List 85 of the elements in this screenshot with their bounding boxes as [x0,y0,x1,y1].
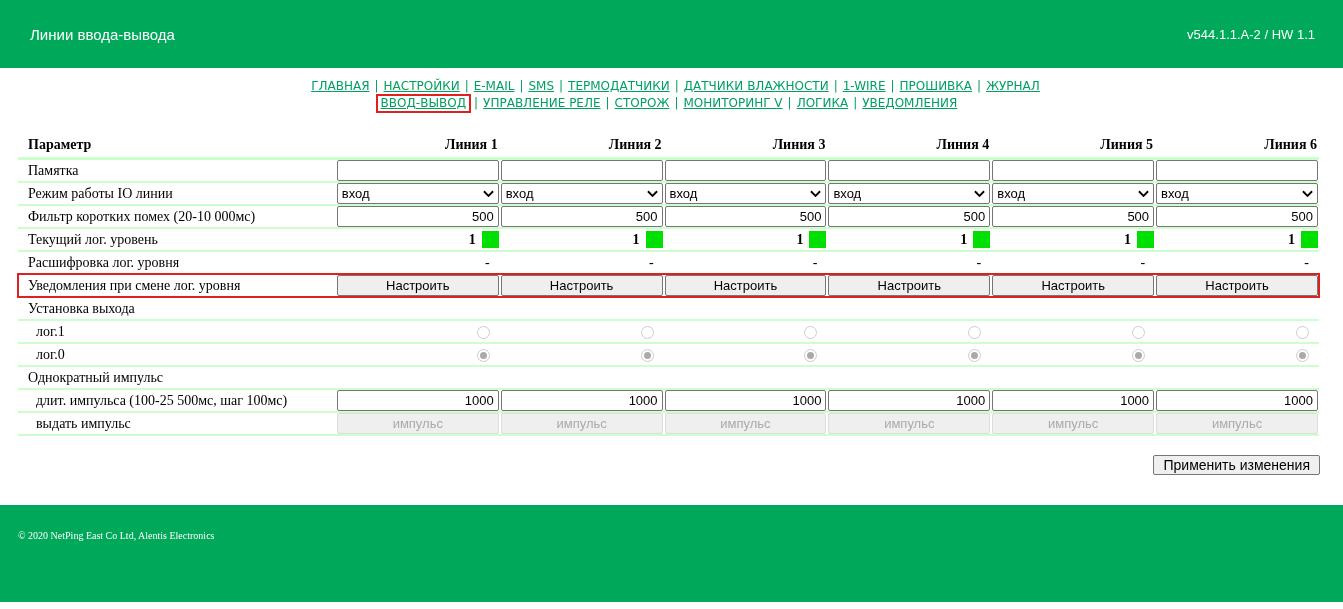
separator: | [674,79,679,94]
number-field[interactable]: 500 [992,206,1155,227]
chevron-down-icon [1138,189,1150,198]
level-value: 1 [468,231,476,248]
table-button[interactable]: Настроить [1156,275,1318,296]
dropdown[interactable]: вход [828,183,991,204]
row-label: Текущий лог. уровень [28,231,158,247]
cell-value: - [648,254,654,270]
row-label: Расшифровка лог. уровня [28,254,180,270]
separator: | [474,96,479,111]
separator: | [787,96,792,111]
level-value: 1 [796,231,804,248]
number-field[interactable]: 500 [1156,206,1318,227]
page-title: Линии ввода-вывода [30,25,175,43]
nav-link[interactable]: 1-WIRE [840,79,888,94]
separator: | [890,79,895,94]
dropdown[interactable]: вход [1156,183,1318,204]
number-field[interactable]: 1000 [828,390,991,411]
version-label: v544.1.1.A-2 / HW 1.1 [1187,26,1315,42]
row-label: лог.0 [36,346,65,362]
chevron-down-icon [646,189,658,198]
level-value: 1 [1288,231,1295,248]
cell-value: - [485,254,490,270]
level-value: 1 [1124,231,1132,248]
chevron-down-icon [482,189,494,198]
dropdown[interactable]: вход [500,183,663,204]
chevron-down-icon [974,189,986,198]
number-field[interactable]: 500 [828,206,991,227]
cell-value: - [976,254,982,270]
number-field[interactable]: 1000 [1156,390,1318,411]
row-label: Памятка [28,162,79,178]
column-header: Параметр [18,133,336,159]
nav-link[interactable]: НАСТРОЙКИ [381,79,462,94]
nav-link[interactable]: СТОРОЖ [612,96,672,111]
row-label: Уведомления при смене лог. уровня [28,277,241,293]
row-label: Однократный импульс [28,369,164,385]
chevron-down-icon [1302,189,1313,198]
text-field[interactable] [992,160,1155,181]
text-field[interactable] [1156,160,1318,181]
number-field[interactable]: 1000 [336,390,499,411]
level-value: 1 [960,231,968,248]
text-field[interactable] [664,160,827,181]
separator: | [464,79,469,94]
nav-link[interactable]: ЛОГИКА [794,96,851,111]
table-button[interactable]: Настроить [664,275,827,296]
separator: | [674,96,679,111]
row-label: длит. импульса (100-25 500мс, шаг 100мс) [36,392,288,408]
separator: | [833,79,838,94]
nav-link[interactable]: SMS [526,79,557,94]
cell-value: - [812,254,818,270]
number-field[interactable]: 1000 [500,390,663,411]
level-value: 1 [632,231,640,248]
separator: | [519,79,524,94]
text-field[interactable] [828,160,991,181]
cell-value: - [1304,254,1309,270]
table-button[interactable]: Настроить [992,275,1155,296]
number-field[interactable]: 500 [336,206,499,227]
table-button[interactable]: Настроить [336,275,499,296]
nav-link[interactable]: ЖУРНАЛ [984,79,1042,94]
dropdown[interactable]: вход [664,183,827,204]
separator: | [605,96,610,111]
separator: | [853,96,858,111]
separator: | [977,79,982,94]
number-field[interactable]: 500 [500,206,663,227]
row-label: Режим работы IO линии [28,185,173,201]
table-button[interactable]: Настроить [828,275,991,296]
number-field[interactable]: 1000 [664,390,827,411]
separator: | [559,79,564,94]
cell-value: - [1140,254,1146,270]
table-button[interactable]: Настроить [500,275,663,296]
row-label: выдать импульс [36,415,131,431]
apply-button[interactable]: Применить изменения [1153,455,1320,475]
row-label: Установка выхода [28,300,135,316]
number-field[interactable]: 1000 [992,390,1155,411]
text-field[interactable] [336,160,499,181]
dropdown[interactable]: вход [992,183,1155,204]
text-field[interactable] [500,160,663,181]
nav-link[interactable]: ПРОШИВКА [897,79,975,94]
chevron-down-icon [810,189,822,198]
separator: | [374,79,379,94]
copyright-text: © 2020 NetPing East Co Ltd, Alentis Electronics [18,530,215,541]
dropdown[interactable]: вход [336,183,499,204]
row-label: лог.1 [36,323,65,339]
number-field[interactable]: 500 [664,206,827,227]
row-label: Фильтр коротких помех (20-10 000мс) [28,208,256,224]
